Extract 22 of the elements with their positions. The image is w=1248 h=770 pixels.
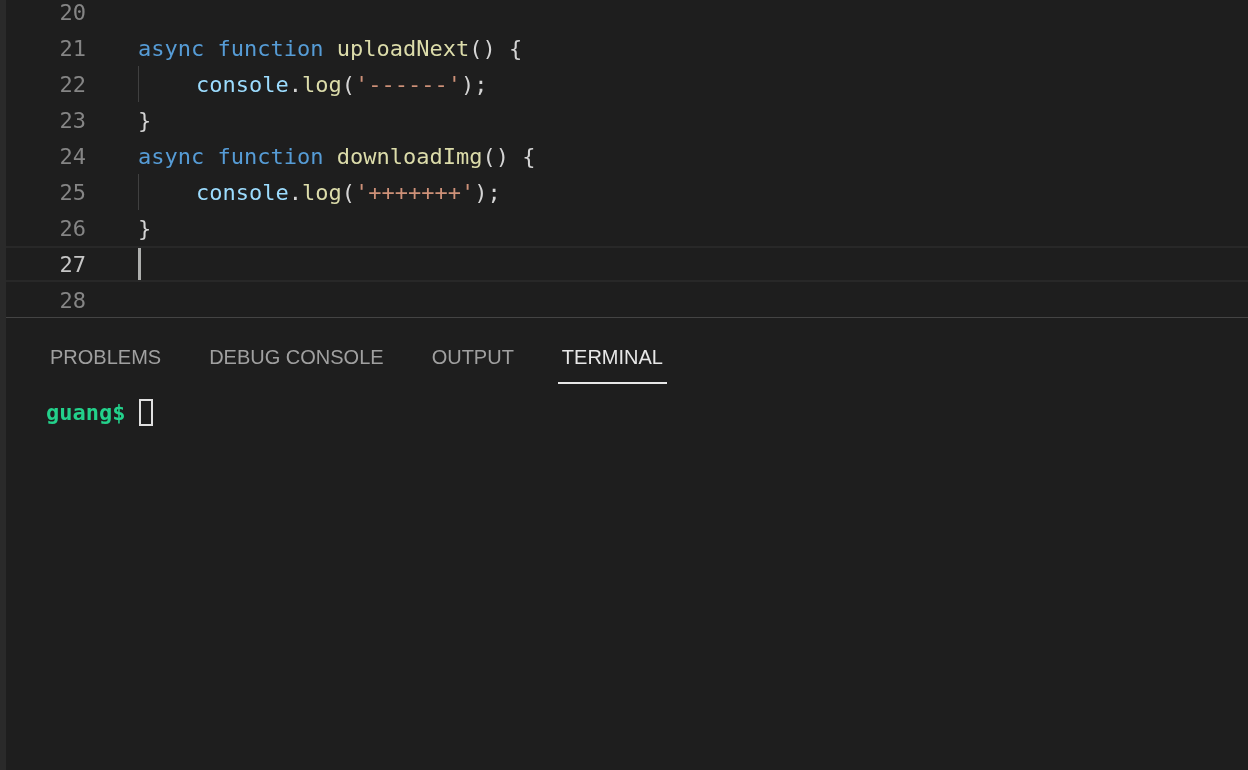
text-cursor: [138, 248, 141, 280]
line-number: 25: [58, 178, 86, 207]
line-number: 23: [58, 106, 86, 135]
line-number: 24: [58, 142, 86, 171]
line-number: 21: [58, 34, 86, 63]
code-line: }: [138, 106, 152, 135]
code-line: async function uploadNext() {: [138, 34, 523, 63]
terminal-cursor: [139, 399, 154, 426]
code-line: console.log('+++++++');: [196, 178, 501, 207]
line-number: 26: [58, 214, 86, 243]
line-number: 28: [58, 286, 86, 315]
panel-tab[interactable]: DEBUG CONSOLE: [205, 336, 388, 384]
line-number: 20: [58, 0, 86, 27]
code-line: async function downloadImg() {: [138, 142, 536, 171]
panel-tab[interactable]: PROBLEMS: [46, 336, 166, 384]
panel-tab[interactable]: OUTPUT: [427, 336, 518, 384]
terminal-prompt: guang$: [46, 399, 126, 427]
line-number: 27: [58, 250, 86, 279]
code-line: }: [138, 214, 152, 243]
code-line: console.log('------');: [196, 70, 488, 99]
line-number: 22: [58, 70, 86, 99]
panel-tab[interactable]: TERMINAL: [557, 336, 667, 384]
